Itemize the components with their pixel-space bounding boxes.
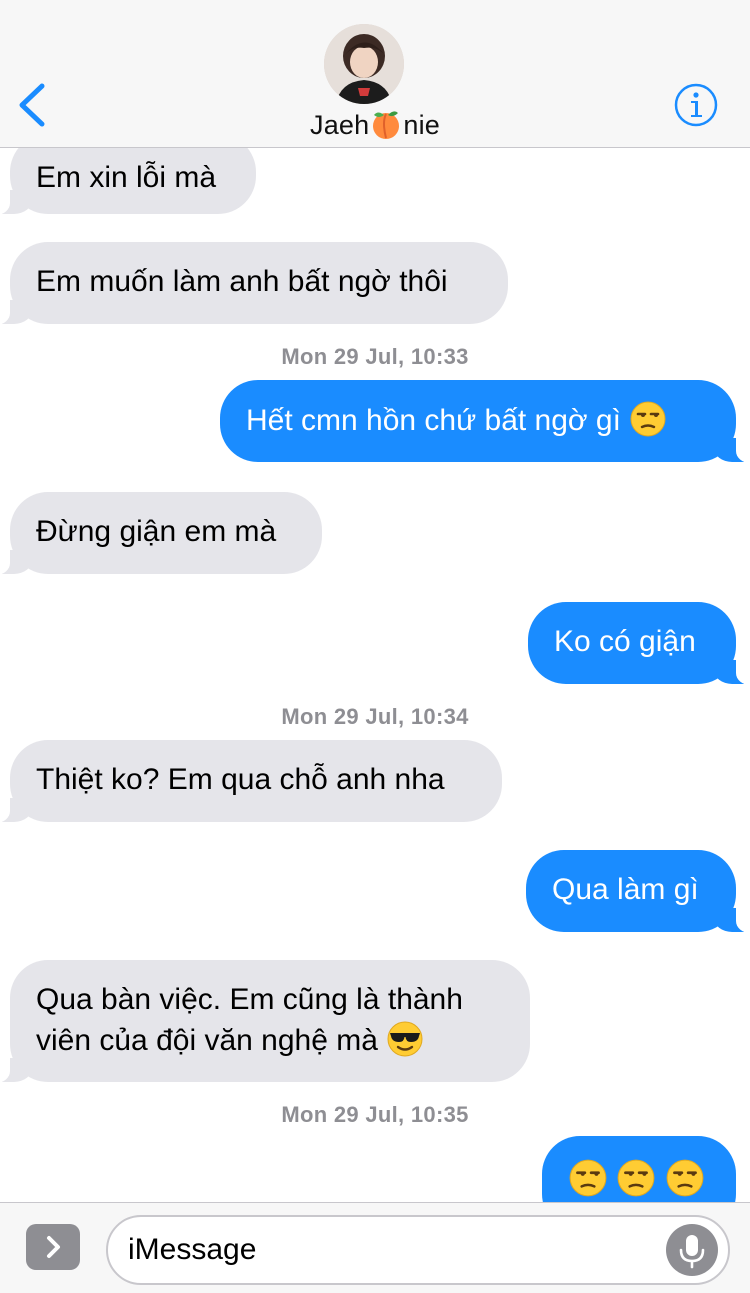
- timestamp: Mon 29 Jul, 10:34: [281, 704, 469, 729]
- conversation-header: Jaeh nie: [0, 0, 750, 148]
- input-placeholder: iMessage: [128, 1233, 257, 1266]
- unamused-face-icon: [665, 1158, 705, 1202]
- message-thread[interactable]: Em xin lỗi mà Em muốn làm anh bất ngờ th…: [0, 148, 750, 1202]
- message-text: Qua làm gì: [552, 873, 699, 906]
- incoming-message-bubble[interactable]: Em muốn làm anh bất ngờ thôi: [0, 242, 508, 325]
- microphone-icon: [679, 1235, 705, 1269]
- unamused-face-icon: [568, 1158, 608, 1202]
- outgoing-message-bubble[interactable]: Ko có giận: [528, 602, 750, 685]
- contact-name-suffix: nie: [403, 110, 440, 140]
- incoming-message-bubble[interactable]: Đừng giận em mà: [0, 492, 322, 575]
- message-text: Ko có giận: [554, 625, 696, 658]
- timestamp: Mon 29 Jul, 10:35: [281, 1102, 469, 1127]
- outgoing-message-bubble[interactable]: Hết cmn hồn chứ bất ngờ gì: [220, 380, 750, 463]
- outgoing-message-bubble[interactable]: Qua làm gì: [526, 850, 750, 933]
- message-text: Em xin lỗi mà: [36, 161, 217, 194]
- unamused-face-icon: [616, 1158, 656, 1202]
- contact-name-prefix: Jaeh: [310, 110, 370, 140]
- message-text: Hết cmn hồn chứ bất ngờ gì: [246, 404, 621, 437]
- imessage-input[interactable]: iMessage: [106, 1215, 730, 1285]
- incoming-message-bubble[interactable]: Qua bàn việc. Em cũng là thành viên của …: [0, 960, 530, 1083]
- unamused-face-icon: [629, 400, 667, 449]
- message-text-line: Qua bàn việc. Em cũng là thành: [36, 983, 463, 1016]
- compose-bar: iMessage: [0, 1202, 750, 1293]
- incoming-message-bubble[interactable]: Em xin lỗi mà: [0, 148, 256, 215]
- outgoing-message-bubble[interactable]: [542, 1136, 736, 1202]
- message-text: Đừng giận em mà: [36, 515, 277, 548]
- message-text: Em muốn làm anh bất ngờ thôi: [36, 265, 448, 298]
- avatar-photo: [324, 24, 404, 104]
- info-icon[interactable]: [673, 82, 719, 128]
- message-text-line-2: viên của đội văn nghệ mà: [36, 1020, 504, 1069]
- incoming-message-bubble[interactable]: Thiệt ko? Em qua chỗ anh nha: [0, 740, 502, 823]
- timestamp: Mon 29 Jul, 10:33: [281, 344, 469, 369]
- dictation-button[interactable]: [666, 1224, 718, 1276]
- chevron-right-icon: [47, 1236, 60, 1258]
- message-text: Thiệt ko? Em qua chỗ anh nha: [36, 763, 445, 796]
- message-text: viên của đội văn nghệ mà: [36, 1024, 378, 1057]
- contact-avatar[interactable]: [324, 24, 404, 104]
- smiling-face-with-sunglasses-icon: [386, 1020, 424, 1069]
- contact-name[interactable]: Jaeh nie: [0, 108, 750, 147]
- peach-icon: [370, 108, 402, 147]
- expand-apps-button[interactable]: [26, 1224, 80, 1270]
